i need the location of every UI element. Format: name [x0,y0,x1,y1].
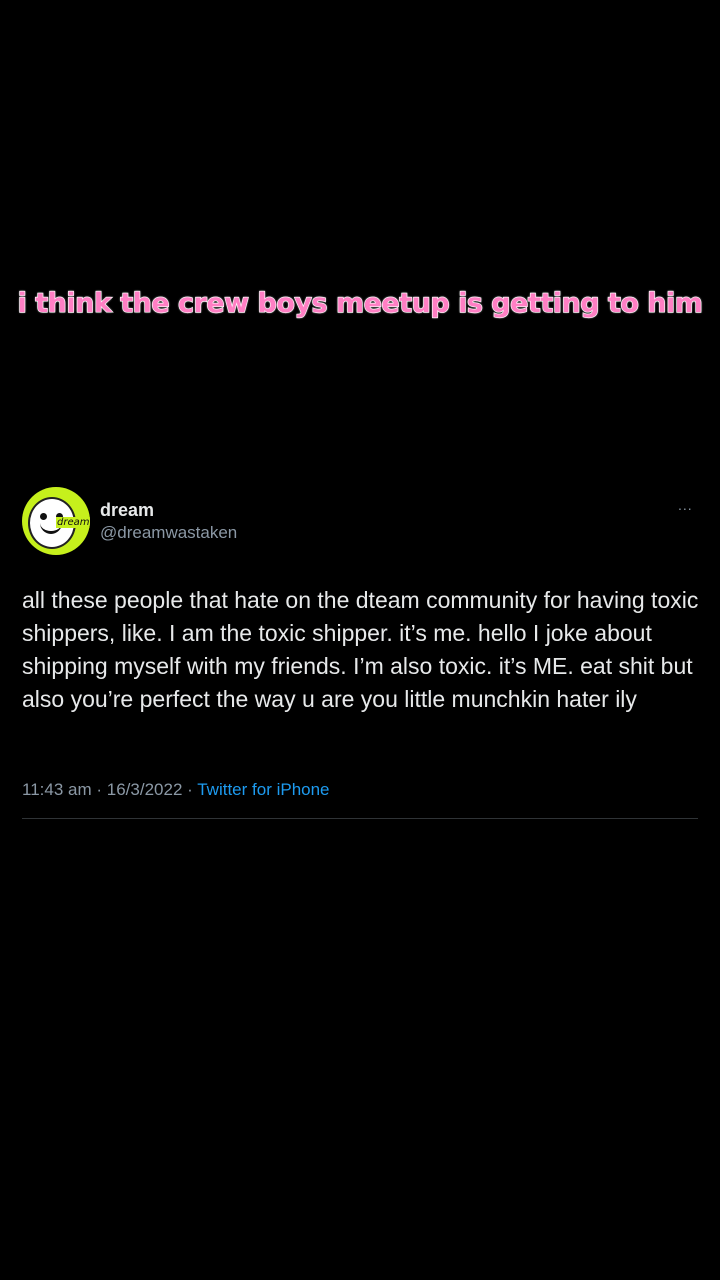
left-eye [40,513,47,520]
user-handle[interactable]: @dreamwastaken [100,523,237,543]
tweet-card[interactable]: dream dream @dreamwastaken ... all these… [0,470,720,820]
tweet-text: all these people that hate on the dteam … [22,587,699,712]
avatar[interactable]: dream [22,487,90,555]
more-options-icon[interactable]: ... [678,498,693,512]
tweet-time: 11:43 am [22,780,92,799]
overlay-caption: i think the crew boys meetup is getting … [17,287,704,319]
meta-separator: · [96,780,103,799]
avatar-label: dream [56,517,90,528]
video-frame: i think the crew boys meetup is getting … [0,0,720,1280]
display-name[interactable]: dream [100,500,154,521]
tweet-source-link[interactable]: Twitter for iPhone [197,780,329,799]
tweet-date: 16/3/2022 [106,780,183,799]
meta-separator: · [187,780,193,799]
divider [22,818,698,819]
tweet-meta: 11:43 am · 16/3/2022 · Twitter for iPhon… [22,780,330,800]
